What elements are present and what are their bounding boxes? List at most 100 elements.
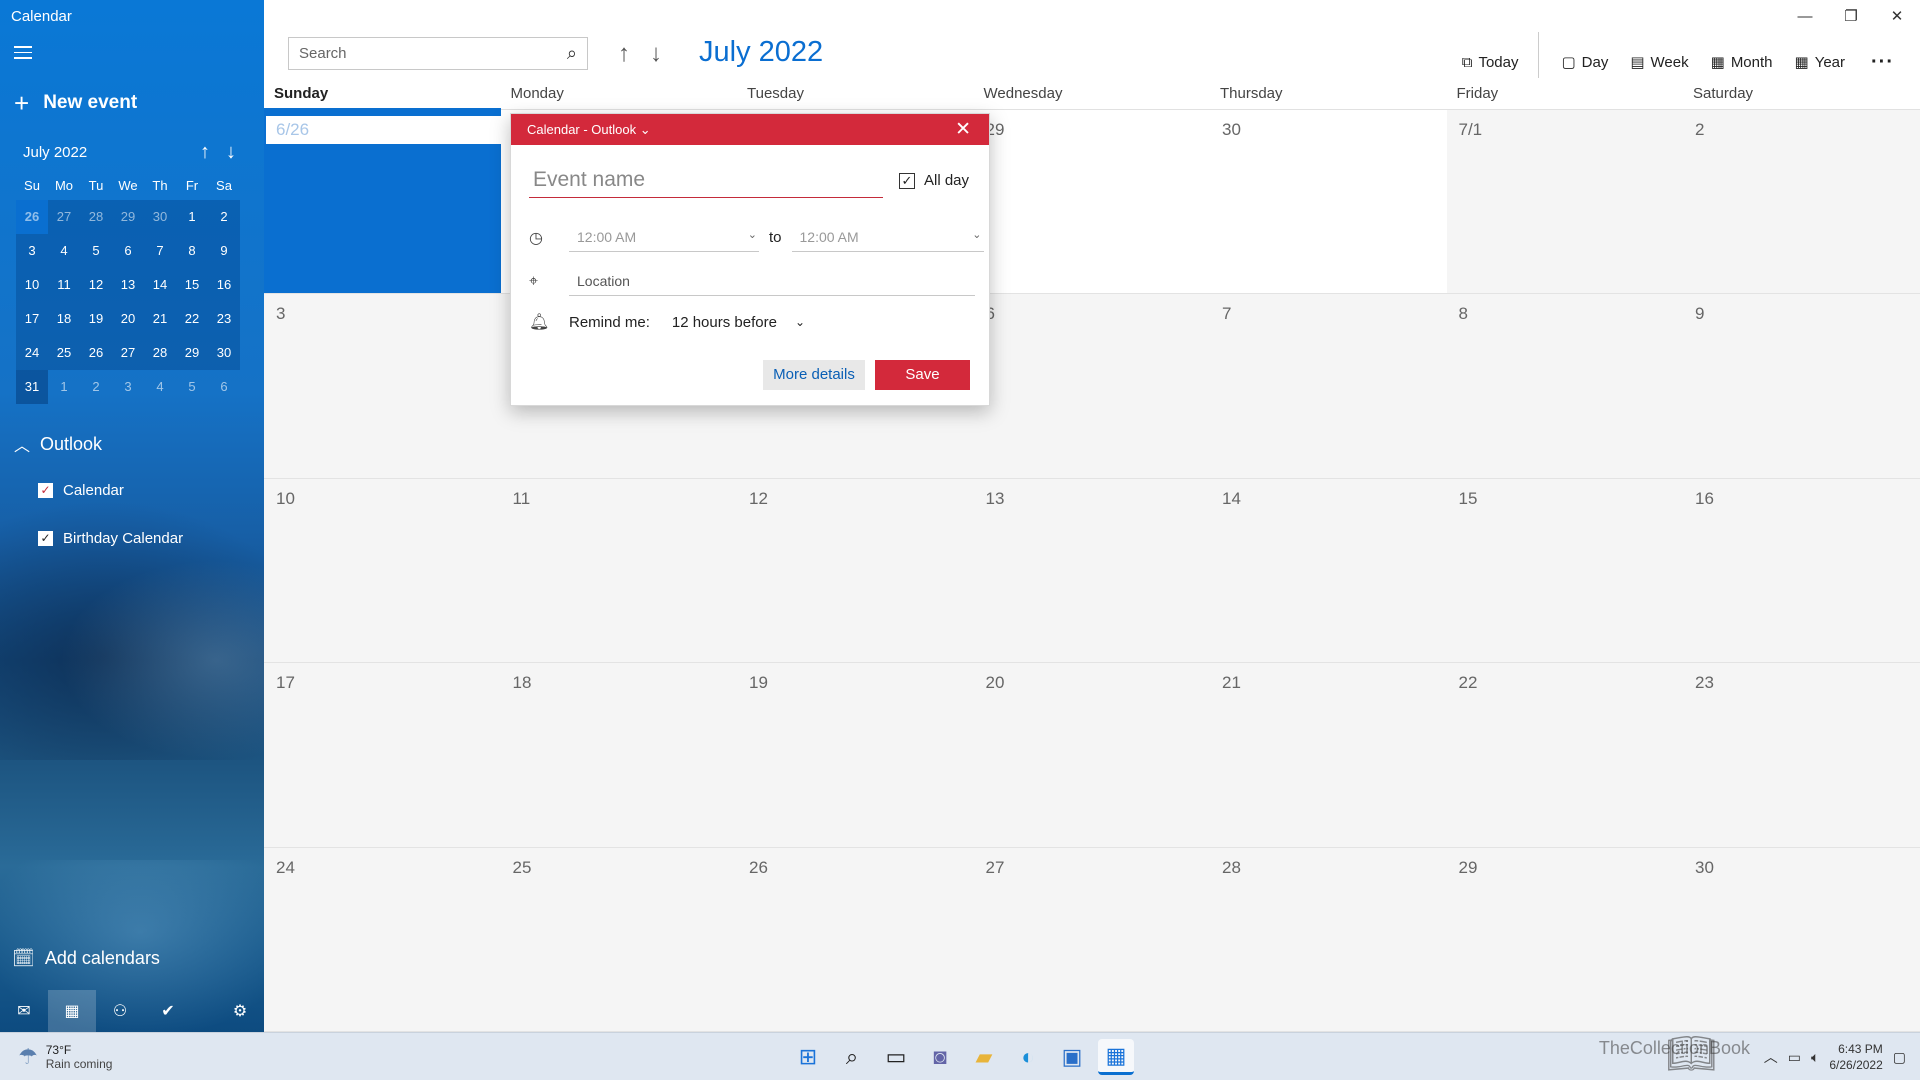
mini-calendar-day[interactable]: 4 — [144, 370, 176, 404]
day-cell[interactable]: 26 — [737, 847, 974, 1032]
next-month-arrow-icon[interactable]: ↓ — [650, 40, 662, 68]
store-icon[interactable]: ▣ — [1054, 1039, 1090, 1075]
mini-calendar-day[interactable]: 21 — [144, 302, 176, 336]
day-cell[interactable]: 11 — [500, 478, 737, 664]
mini-calendar-day[interactable]: 11 — [48, 268, 80, 302]
end-time-select[interactable]: 12:00 AM ⌄ — [791, 223, 984, 252]
mini-calendar-day[interactable]: 6 — [208, 370, 240, 404]
day-cell[interactable]: 23 — [1683, 663, 1920, 848]
day-cell[interactable]: 18 — [500, 663, 737, 848]
people-icon[interactable]: ⚇ — [96, 990, 144, 1032]
file-explorer-icon[interactable]: ▰ — [966, 1039, 1002, 1075]
week-view-button[interactable]: ▤ Week — [1630, 53, 1688, 72]
mini-calendar-day[interactable]: 3 — [16, 234, 48, 268]
hamburger-menu-icon[interactable] — [14, 46, 32, 60]
day-view-button[interactable]: ▢ Day — [1561, 53, 1608, 72]
mini-calendar-day[interactable]: 30 — [208, 336, 240, 370]
add-calendars-button[interactable]: 🗓 Add calendars — [12, 948, 160, 969]
mini-calendar-day[interactable]: 1 — [48, 370, 80, 404]
day-cell[interactable]: 16 — [1683, 478, 1920, 664]
close-window-icon[interactable]: ✕ — [1874, 0, 1920, 32]
mini-calendar-day[interactable]: 31 — [16, 370, 48, 404]
day-cell[interactable]: 29 — [973, 110, 1210, 295]
checkbox-calendar[interactable]: ✓ — [38, 483, 53, 498]
calendar-icon[interactable]: ▦ — [48, 990, 96, 1032]
arrow-down-icon[interactable]: ↓ — [226, 141, 236, 164]
day-cell[interactable]: 3 — [264, 294, 501, 479]
mini-calendar-day[interactable]: 26 — [80, 336, 112, 370]
day-cell[interactable]: 9 — [1683, 294, 1920, 479]
day-cell[interactable]: 17 — [264, 663, 501, 848]
day-cell[interactable]: 6 — [973, 294, 1210, 479]
more-details-button[interactable]: More details — [763, 360, 865, 390]
account-outlook-toggle[interactable]: ︿ Outlook — [14, 432, 102, 456]
day-cell[interactable]: 29 — [1446, 847, 1683, 1032]
day-cell[interactable]: 15 — [1446, 478, 1683, 664]
day-cell[interactable]: 28 — [1210, 847, 1447, 1032]
mini-calendar-day[interactable]: 25 — [48, 336, 80, 370]
day-cell[interactable]: 20 — [973, 663, 1210, 848]
mini-calendar-day[interactable]: 1 — [176, 200, 208, 234]
arrow-up-icon[interactable]: ↑ — [200, 141, 210, 164]
mini-calendar-day[interactable]: 29 — [176, 336, 208, 370]
mini-calendar-day[interactable]: 30 — [144, 200, 176, 234]
calendar-selector[interactable]: Calendar - Outlook ⌄ — [527, 122, 651, 137]
previous-month-arrow-icon[interactable]: ↑ — [618, 40, 630, 68]
month-title[interactable]: July 2022 — [699, 36, 823, 69]
remind-select[interactable]: 12 hours before — [672, 314, 777, 331]
mini-calendar-day[interactable]: 9 — [208, 234, 240, 268]
day-cell[interactable]: 25 — [500, 847, 737, 1032]
mini-calendar-day[interactable]: 7 — [144, 234, 176, 268]
day-cell[interactable]: 13 — [973, 478, 1210, 664]
day-cell[interactable]: 7 — [1210, 294, 1447, 479]
todo-icon[interactable]: ✔ — [144, 990, 192, 1032]
day-cell[interactable]: 24 — [264, 847, 501, 1032]
day-cell[interactable]: 7/1 — [1446, 110, 1683, 295]
day-cell[interactable]: 30 — [1210, 110, 1447, 295]
start-time-select[interactable]: 12:00 AM ⌄ — [569, 223, 759, 252]
edge-browser-icon[interactable]: ◐ — [1010, 1039, 1046, 1075]
display-icon[interactable]: ▭ — [1788, 1049, 1801, 1066]
day-cell[interactable]: 27 — [973, 847, 1210, 1032]
all-day-checkbox[interactable]: ✓ All day — [899, 172, 969, 189]
restore-icon[interactable]: ❐ — [1828, 0, 1874, 32]
mini-calendar-day[interactable]: 16 — [208, 268, 240, 302]
mini-calendar-day[interactable]: 23 — [208, 302, 240, 336]
new-event-button[interactable]: + New event — [14, 90, 137, 116]
mini-calendar-day[interactable]: 10 — [16, 268, 48, 302]
save-button[interactable]: Save — [875, 360, 970, 390]
search-icon[interactable]: ⌕ — [834, 1039, 870, 1075]
mini-calendar-day[interactable]: 5 — [176, 370, 208, 404]
mini-calendar-day[interactable]: 3 — [112, 370, 144, 404]
today-button[interactable]: ⧉ Today — [1462, 54, 1519, 71]
mini-calendar-day[interactable]: 29 — [112, 200, 144, 234]
volume-icon[interactable]: 🔈︎ — [1811, 1049, 1819, 1066]
minimize-icon[interactable]: — — [1782, 0, 1828, 32]
mini-calendar-day[interactable]: 26 — [16, 200, 48, 234]
mini-calendar-day[interactable]: 20 — [112, 302, 144, 336]
chevron-down-icon[interactable]: ⌄ — [795, 315, 805, 329]
mini-calendar-day[interactable]: 15 — [176, 268, 208, 302]
day-cell[interactable]: 10 — [264, 478, 501, 664]
event-name-input[interactable]: Event name — [529, 168, 883, 198]
search-icon[interactable]: ⌕ — [567, 43, 577, 64]
mini-calendar-day[interactable]: 17 — [16, 302, 48, 336]
mini-calendar-day[interactable]: 27 — [48, 200, 80, 234]
task-view-icon[interactable]: ▭ — [878, 1039, 914, 1075]
chat-icon[interactable]: ◙ — [922, 1039, 958, 1075]
location-input[interactable]: Location — [569, 267, 975, 296]
mini-calendar-day[interactable]: 18 — [48, 302, 80, 336]
close-icon[interactable]: ✕ — [955, 118, 971, 141]
day-cell[interactable]: 8 — [1446, 294, 1683, 479]
day-cell[interactable]: 30 — [1683, 847, 1920, 1032]
calendar-item-birthday[interactable]: ✓ Birthday Calendar — [38, 530, 183, 547]
mini-calendar-day[interactable]: 19 — [80, 302, 112, 336]
calendar-app-icon[interactable]: ▦ — [1098, 1039, 1134, 1075]
mini-calendar-day[interactable]: 27 — [112, 336, 144, 370]
system-clock[interactable]: 6:43 PM 6/26/2022 — [1829, 1041, 1882, 1073]
day-cell[interactable]: 22 — [1446, 663, 1683, 848]
mini-calendar-day[interactable]: 14 — [144, 268, 176, 302]
mini-calendar-day[interactable]: 13 — [112, 268, 144, 302]
more-options-icon[interactable]: ··· — [1871, 51, 1894, 74]
day-cell[interactable]: 21 — [1210, 663, 1447, 848]
